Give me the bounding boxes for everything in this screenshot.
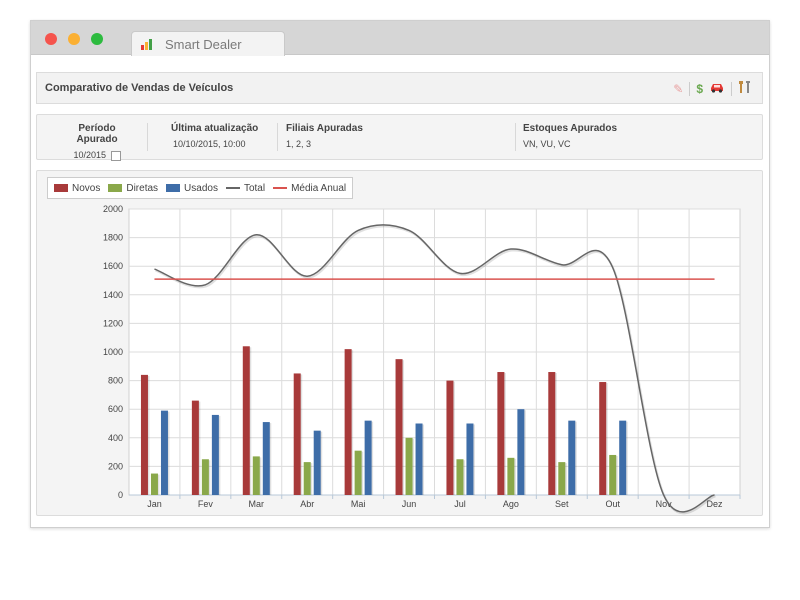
x-tick-label: Jul — [454, 499, 466, 509]
bar-usados — [313, 430, 321, 495]
bar-usados — [415, 423, 423, 495]
bar-usados — [568, 420, 576, 495]
periodo-column: Período Apurado 10/2015 — [57, 123, 137, 161]
tab-title: Smart Dealer — [165, 36, 242, 52]
estoques-column: Estoques Apurados VN, VU, VC — [523, 123, 617, 149]
x-tick-label: Mai — [351, 499, 366, 509]
bar-novos — [191, 400, 199, 495]
x-tick-label: Set — [555, 499, 569, 509]
bar-novos — [599, 382, 607, 495]
browser-tab-content[interactable]: Smart Dealer — [141, 33, 242, 55]
bar-novos — [548, 372, 556, 495]
bar-chart-icon — [141, 38, 155, 50]
browser-window: Smart Dealer Comparativo de Vendas de Ve… — [30, 20, 770, 528]
x-tick-label: Out — [605, 499, 620, 509]
toolbar-divider — [689, 81, 691, 96]
bar-usados — [262, 422, 270, 495]
periodo-label: Período Apurado — [76, 123, 118, 145]
bar-diretas — [405, 437, 413, 495]
y-tick-label: 1800 — [103, 233, 123, 243]
filiais-label: Filiais Apuradas — [286, 123, 363, 134]
close-window-button[interactable] — [45, 33, 57, 45]
info-divider — [515, 123, 516, 151]
bar-diretas — [354, 450, 362, 495]
bar-novos — [293, 373, 301, 495]
y-tick-label: 200 — [108, 461, 123, 471]
bar-diretas — [456, 459, 464, 495]
y-tick-label: 2000 — [103, 204, 123, 214]
y-tick-label: 1600 — [103, 261, 123, 271]
filiais-column: Filiais Apuradas 1, 2, 3 — [286, 123, 363, 149]
info-divider — [277, 123, 278, 151]
atualizacao-column: Última atualização 10/10/2015, 10:00 — [171, 123, 258, 149]
atualizacao-label: Última atualização — [171, 123, 259, 134]
x-tick-label: Mar — [249, 499, 265, 509]
bar-usados — [211, 414, 219, 495]
filiais-value: 1, 2, 3 — [286, 139, 312, 149]
periodo-value-row: 10/2015 — [57, 150, 137, 161]
y-tick-label: 1200 — [103, 318, 123, 328]
bar-usados — [160, 410, 168, 495]
car-icon[interactable] — [709, 81, 725, 96]
bar-usados — [619, 420, 627, 495]
dollar-icon[interactable]: $ — [696, 82, 703, 96]
x-tick-label: Jun — [402, 499, 417, 509]
y-tick-label: 1400 — [103, 290, 123, 300]
calendar-icon[interactable] — [110, 150, 121, 161]
estoques-label: Estoques Apurados — [523, 123, 618, 134]
bar-diretas — [303, 462, 311, 495]
bar-novos — [344, 349, 352, 495]
bar-diretas — [609, 454, 617, 495]
minimize-window-button[interactable] — [68, 33, 80, 45]
y-tick-label: 400 — [108, 433, 123, 443]
atualizacao-value: 10/10/2015, 10:00 — [173, 139, 246, 149]
maximize-window-button[interactable] — [91, 33, 103, 45]
bar-usados — [517, 409, 525, 495]
bar-novos — [140, 374, 148, 495]
panel-header: Comparativo de Vendas de Veículos ✎ $ — [36, 72, 763, 104]
pin-icon[interactable]: ✎ — [673, 82, 683, 96]
estoques-value: VN, VU, VC — [523, 139, 571, 149]
bar-diretas — [252, 456, 260, 495]
sales-chart: 0 200 400 600 800 1000 1200 1400 1600 1800 2000 Jan… — [103, 204, 741, 515]
x-tick-label: Jan — [147, 499, 162, 509]
bar-novos — [446, 380, 454, 495]
x-tick-label: Ago — [503, 499, 519, 509]
bar-novos — [242, 346, 250, 495]
info-box: Período Apurado 10/2015 Última atualizaç… — [36, 114, 763, 161]
periodo-value: 10/2015 — [73, 150, 107, 160]
bar-diretas — [558, 462, 566, 495]
chart-panel: Novos Diretas Usados Total Média Anual 0… — [36, 170, 763, 516]
x-tick-label: Abr — [300, 499, 314, 509]
bar-novos — [497, 372, 505, 495]
y-tick-label: 1000 — [103, 347, 123, 357]
bar-diretas — [201, 459, 209, 495]
bar-diretas — [150, 473, 158, 495]
info-divider — [147, 123, 148, 151]
bar-usados — [466, 423, 474, 495]
y-tick-label: 600 — [108, 404, 123, 414]
header-toolbar: ✎ $ — [673, 80, 752, 97]
y-tick-label: 800 — [108, 376, 123, 386]
bar-novos — [395, 359, 403, 495]
tools-icon[interactable] — [738, 80, 752, 97]
panel-title: Comparativo de Vendas de Veículos — [45, 82, 234, 94]
bar-usados — [364, 420, 372, 495]
y-tick-label: 0 — [118, 490, 123, 500]
toolbar-divider — [731, 81, 732, 96]
title-bar: Smart Dealer — [31, 21, 769, 56]
bar-diretas — [507, 457, 515, 495]
x-tick-label: Fev — [198, 499, 214, 509]
